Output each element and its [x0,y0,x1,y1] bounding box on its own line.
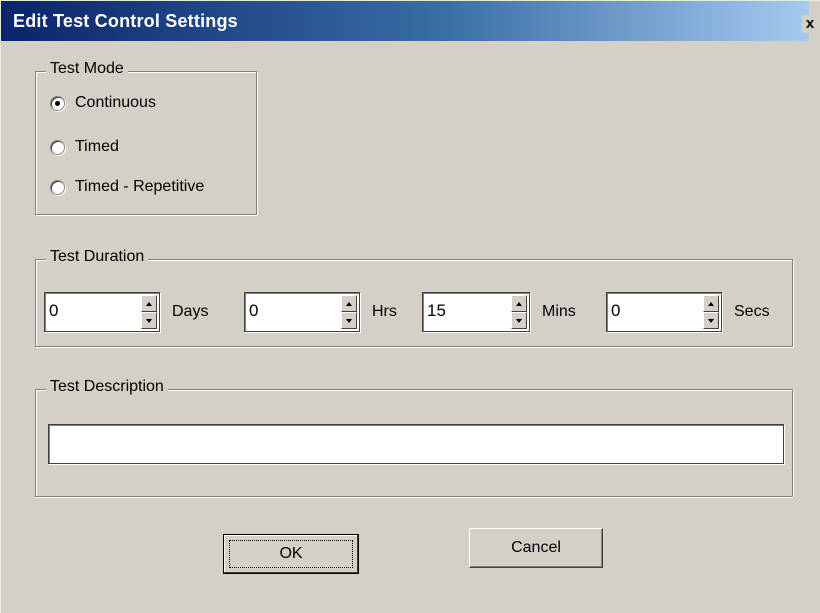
radio-timed-repetitive-icon[interactable] [50,179,65,195]
days-spinbox[interactable]: 0 [44,292,160,332]
seconds-down-button[interactable] [703,312,719,329]
radio-timed-repetitive-label: Timed - Repetitive [75,178,205,195]
test-duration-legend: Test Duration [46,248,149,266]
hours-value: 0 [249,301,259,320]
test-duration-group: Test Duration 0 Days 0 Hrs 15 Mins 0 Sec… [35,248,793,347]
ok-button[interactable]: OK [223,534,359,574]
arrow-down-icon [516,319,522,323]
days-down-button[interactable] [141,312,157,329]
hours-up-button[interactable] [341,295,357,312]
minutes-value: 15 [427,301,446,320]
arrow-up-icon [516,302,522,306]
days-spin-buttons [141,295,157,329]
test-description-input[interactable] [48,424,784,464]
test-mode-group: Test Mode Continuous Timed Timed - Repet… [35,60,257,215]
seconds-spin-buttons [703,295,719,329]
arrow-down-icon [146,319,152,323]
hours-spin-buttons [341,295,357,329]
title-bar[interactable]: Edit Test Control Settings [1,1,809,41]
seconds-value: 0 [611,301,621,320]
radio-continuous[interactable]: Continuous [50,94,156,112]
radio-continuous-label: Continuous [75,94,156,111]
test-mode-legend: Test Mode [46,60,128,78]
minutes-up-button[interactable] [511,295,527,312]
radio-timed-repetitive[interactable]: Timed - Repetitive [50,178,204,196]
seconds-spinbox[interactable]: 0 [606,292,722,332]
radio-timed-label: Timed [75,138,119,155]
arrow-up-icon [346,302,352,306]
arrow-up-icon [146,302,152,306]
arrow-down-icon [708,319,714,323]
cancel-button-label: Cancel [511,539,561,556]
days-up-button[interactable] [141,295,157,312]
seconds-up-button[interactable] [703,295,719,312]
seconds-unit-label: Secs [734,303,770,320]
hours-down-button[interactable] [341,312,357,329]
arrow-down-icon [346,319,352,323]
radio-selected-dot [55,100,60,106]
test-description-legend: Test Description [46,378,168,396]
minutes-down-button[interactable] [511,312,527,329]
close-button[interactable]: x [802,15,818,33]
close-icon: x [805,15,815,32]
dialog-title: Edit Test Control Settings [13,11,238,31]
hours-spinbox[interactable]: 0 [244,292,360,332]
cancel-button[interactable]: Cancel [469,528,603,568]
radio-timed-icon[interactable] [50,139,65,155]
radio-timed[interactable]: Timed [50,138,119,156]
minutes-unit-label: Mins [542,303,576,320]
minutes-spin-buttons [511,295,527,329]
edit-test-control-settings-dialog: Edit Test Control Settings x Test Mode C… [0,0,820,613]
days-unit-label: Days [172,303,209,320]
arrow-up-icon [708,302,714,306]
minutes-spinbox[interactable]: 15 [422,292,530,332]
days-value: 0 [49,301,59,320]
radio-continuous-icon[interactable] [50,95,65,111]
test-description-group: Test Description [35,378,793,497]
ok-button-label: OK [279,545,303,562]
hours-unit-label: Hrs [372,303,397,320]
